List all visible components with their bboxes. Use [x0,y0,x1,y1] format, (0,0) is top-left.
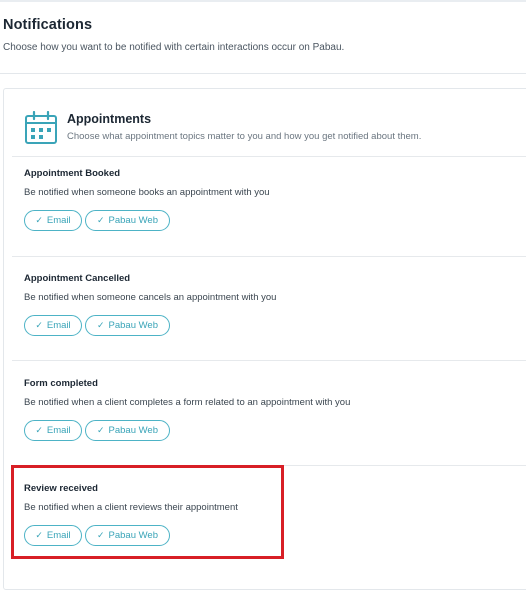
pabau-web-chip[interactable]: ✓ Pabau Web [85,420,170,441]
section-title: Appointments [67,112,152,126]
header-divider [0,73,526,74]
check-icon: ✓ [35,216,43,226]
topic-title: Appointment Cancelled [24,273,131,284]
check-icon: ✓ [96,321,105,331]
email-chip[interactable]: ✓ Email [24,315,82,336]
check-icon: ✓ [96,216,105,226]
topic-appointment-cancelled: Appointment Cancelled Be notified when s… [24,273,276,336]
chip-label: Email [46,425,71,436]
check-icon: ✓ [35,426,43,436]
topic-appointment-booked: Appointment Booked Be notified when some… [24,168,270,231]
calendar-icon [24,110,58,145]
section-description: Choose what appointment topics matter to… [67,131,422,142]
chip-label: Pabau Web [108,215,159,226]
channel-chips: ✓ Email ✓ Pabau Web [24,210,173,231]
pabau-web-chip[interactable]: ✓ Pabau Web [85,210,170,231]
channel-chips: ✓ Email ✓ Pabau Web [24,420,173,441]
highlight-box [11,465,284,559]
chip-label: Email [46,215,71,226]
chip-label: Pabau Web [108,320,159,331]
check-icon: ✓ [35,321,43,331]
topic-form-completed: Form completed Be notified when a client… [24,378,350,441]
email-chip[interactable]: ✓ Email [24,420,82,441]
chip-label: Pabau Web [108,425,159,436]
top-border [0,0,526,2]
topic-description: Be notified when someone books an appoin… [24,187,270,198]
pabau-web-chip[interactable]: ✓ Pabau Web [85,315,170,336]
topic-description: Be notified when someone cancels an appo… [24,292,277,303]
divider [12,156,526,157]
topic-description: Be notified when a client completes a fo… [24,397,351,408]
topic-title: Appointment Booked [24,168,121,179]
divider [12,360,526,361]
page-subtitle: Choose how you want to be notified with … [3,42,345,53]
check-icon: ✓ [96,426,105,436]
page-title: Notifications [3,17,93,33]
email-chip[interactable]: ✓ Email [24,210,82,231]
topic-title: Form completed [24,378,98,389]
channel-chips: ✓ Email ✓ Pabau Web [24,315,173,336]
chip-label: Email [46,320,71,331]
divider [12,256,526,257]
